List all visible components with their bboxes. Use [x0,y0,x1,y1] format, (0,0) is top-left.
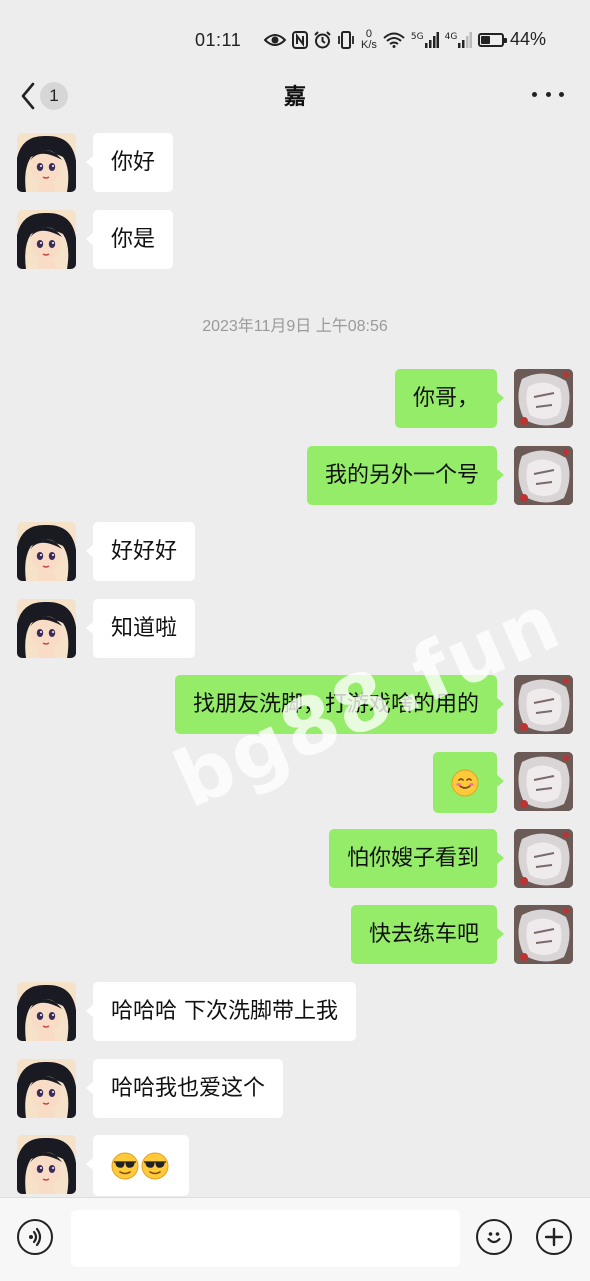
message-bubble[interactable]: 找朋友洗脚，打游戏啥的用的 [174,675,505,734]
smiley-icon [487,1232,501,1244]
received-message: 好好好 [17,522,196,581]
my-avatar[interactable] [514,752,573,811]
message-bubble[interactable]: 好好好 [85,522,196,581]
message-bubble[interactable]: 我的另外一个号 [306,446,505,505]
message-bubble[interactable]: 哈哈我也爱这个 [85,1059,284,1118]
nfc-icon [292,31,308,49]
more-options-button[interactable] [532,82,564,106]
message-input[interactable] [71,1210,460,1267]
message-timestamp: 2023年11月9日 上午08:56 [202,318,388,335]
voice-button[interactable] [17,1219,53,1255]
plus-icon [544,1227,564,1247]
status-time: 01:11 [195,30,242,50]
signal-4g-icon: 4G [445,32,473,48]
sunglasses-emoji [111,1152,171,1180]
received-message: 哈哈哈 下次洗脚带上我 [17,982,356,1041]
message-bubble[interactable]: 哈哈哈 下次洗脚带上我 [86,982,356,1041]
sent-message: 找朋友洗脚，打游戏啥的用的 [174,675,573,734]
contact-avatar[interactable] [17,1059,76,1118]
chat-header: 1 嘉 [0,70,590,120]
input-bar [0,1197,590,1281]
received-message: 知道啦 [17,599,196,658]
contact-avatar[interactable] [17,133,76,192]
message-bubble[interactable] [86,1135,189,1196]
battery-icon [478,32,507,47]
message-bubble[interactable]: 你好 [85,133,174,192]
message-bubble[interactable]: 你哥， [394,369,505,428]
sent-message: 快去练车吧 [350,905,573,964]
net-speed: 0 K/s [361,28,377,51]
contact-avatar[interactable] [17,210,76,269]
sent-message [433,752,573,813]
received-message [17,1135,189,1196]
battery-percent: 44% [510,29,547,49]
more-icon-dot [532,91,537,97]
vibrate-icon [338,31,354,49]
message-bubble[interactable]: 知道啦 [85,599,196,658]
my-avatar[interactable] [514,369,573,428]
contact-avatar[interactable] [17,599,76,658]
wifi-icon [383,32,405,48]
signal-5g-icon: 5G [411,32,439,48]
message-bubble[interactable]: 你是 [85,210,174,269]
eye-icon [264,34,286,46]
smile-emoji [451,769,479,797]
my-avatar[interactable] [514,675,573,734]
my-avatar[interactable] [514,829,573,888]
message-bubble[interactable]: 怕你嫂子看到 [328,829,505,888]
sent-message: 我的另外一个号 [306,446,573,505]
status-bar: 01:11 0 K/s 5G 4G 44% [0,0,590,80]
emoji-button[interactable] [476,1219,512,1255]
sent-message: 你哥， [394,369,573,428]
contact-avatar[interactable] [17,522,76,581]
add-button[interactable] [536,1219,572,1255]
contact-avatar[interactable] [17,982,76,1041]
chat-title: 嘉 [283,85,306,110]
alarm-icon [314,31,331,49]
received-message: 你好 [17,133,174,192]
my-avatar[interactable] [514,905,573,964]
message-bubble[interactable]: 快去练车吧 [350,905,505,964]
contact-avatar[interactable] [17,1135,76,1194]
my-avatar[interactable] [514,446,573,505]
received-message: 你是 [17,210,174,269]
received-message: 哈哈我也爱这个 [17,1059,284,1118]
sent-message: 怕你嫂子看到 [328,829,573,888]
message-bubble[interactable] [433,752,504,813]
voice-icon [29,1227,42,1247]
